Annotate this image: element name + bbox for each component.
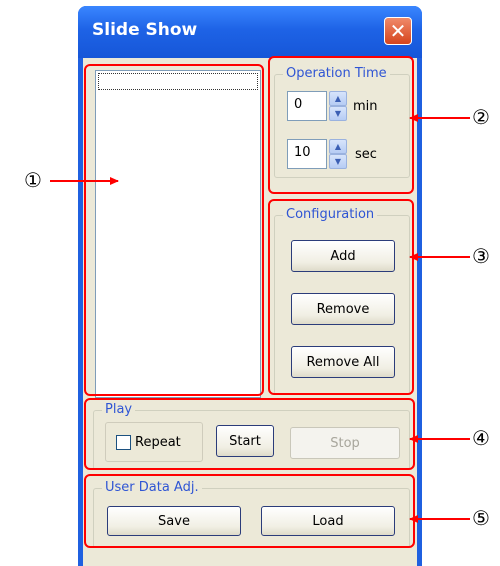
callout-5: ⑤ [472,506,490,530]
callout-2: ② [472,105,490,129]
callout-4: ④ [472,426,490,450]
callout-arrows [50,114,470,523]
callout-3: ③ [472,244,490,268]
callout-1: ① [24,168,42,192]
